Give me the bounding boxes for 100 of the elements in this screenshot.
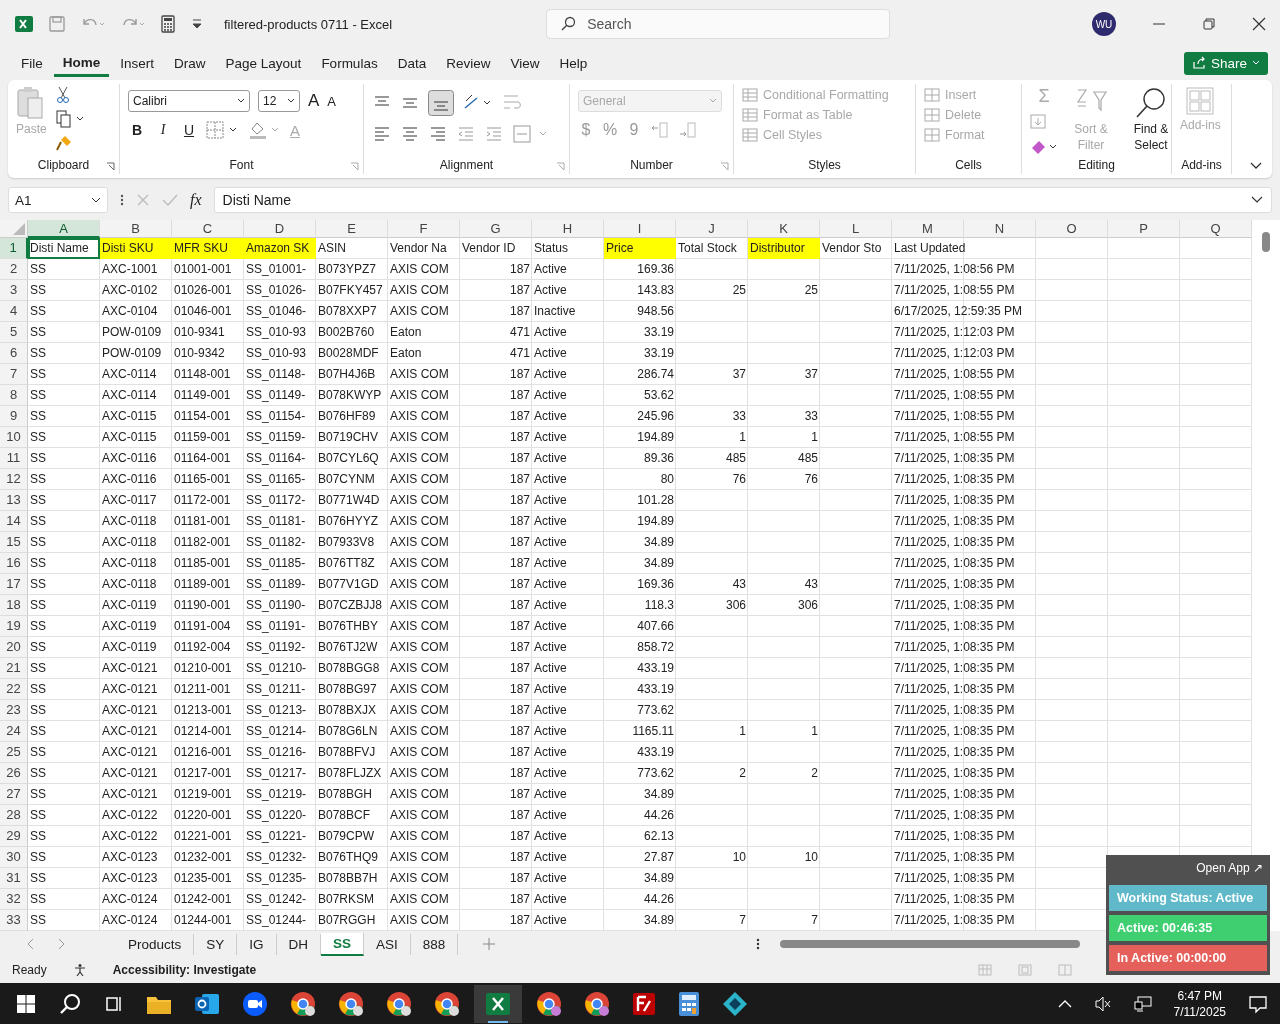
diamond-app-icon[interactable] (722, 990, 748, 1017)
close-icon[interactable] (1252, 17, 1266, 31)
check-icon[interactable] (162, 193, 178, 207)
column-header[interactable]: E (316, 220, 388, 238)
collapse-ribbon-icon[interactable] (1250, 162, 1262, 170)
search-icon[interactable] (58, 991, 82, 1016)
row-header[interactable]: 20 (0, 637, 28, 658)
ribbon-tab[interactable]: Draw (165, 49, 215, 77)
text-style-button[interactable]: B (128, 122, 146, 138)
row-header[interactable]: 33 (0, 910, 28, 931)
speaker-muted-icon[interactable] (1093, 995, 1112, 1012)
align-right-icon[interactable] (428, 124, 448, 144)
row-header[interactable]: 9 (0, 406, 28, 427)
row-header[interactable]: 13 (0, 490, 28, 511)
row-header[interactable]: 21 (0, 658, 28, 679)
column-header[interactable]: C (172, 220, 244, 238)
spreadsheet-app-icon[interactable] (474, 984, 522, 1023)
column-header[interactable]: K (748, 220, 820, 238)
ribbon-tab[interactable]: Insert (111, 49, 164, 77)
column-header[interactable]: M (892, 220, 964, 238)
row-header[interactable]: 23 (0, 700, 28, 721)
notifications-icon[interactable] (1248, 993, 1268, 1014)
formula-field[interactable]: Disti Name (213, 187, 1272, 213)
start-icon[interactable] (16, 993, 36, 1014)
insert-function-button[interactable]: fx (190, 191, 202, 209)
align-bottom-icon[interactable] (428, 90, 454, 116)
search-field[interactable]: Search (546, 9, 891, 39)
ribbon-tab[interactable]: Review (437, 49, 500, 77)
sheet-tab[interactable]: 888 (410, 933, 459, 955)
column-header[interactable]: O (1036, 220, 1108, 238)
font-size-field[interactable]: 12 (258, 90, 300, 112)
clock-date[interactable]: 7/11/2025 (1173, 1004, 1226, 1019)
dialog-launcher-icon[interactable] (106, 162, 115, 171)
column-header[interactable]: N (964, 220, 1036, 238)
column-header[interactable]: J (676, 220, 748, 238)
browser-icon[interactable] (536, 990, 562, 1017)
column-header[interactable]: L (820, 220, 892, 238)
customize-toolbar-icon[interactable] (190, 17, 204, 31)
column-header[interactable]: B (100, 220, 172, 238)
row-header[interactable]: 32 (0, 889, 28, 910)
sheet-tab[interactable]: Products (116, 933, 195, 955)
row-header[interactable]: 30 (0, 847, 28, 868)
row-header[interactable]: 24 (0, 721, 28, 742)
row-header[interactable]: 2 (0, 259, 28, 280)
align-center-icon[interactable] (400, 124, 420, 144)
row-header[interactable]: 22 (0, 679, 28, 700)
align-left-icon[interactable] (372, 124, 392, 144)
column-header[interactable]: F (388, 220, 460, 238)
format-painter-icon[interactable] (54, 134, 73, 152)
column-header[interactable]: G (460, 220, 532, 238)
browser-icon[interactable] (338, 990, 364, 1017)
row-header[interactable]: 29 (0, 826, 28, 847)
clock-time[interactable]: 6:47 PM (1177, 988, 1223, 1003)
row-header[interactable]: 11 (0, 448, 28, 469)
calculator-icon[interactable] (160, 15, 176, 33)
increase-font-size-button[interactable]: A (308, 91, 320, 111)
editing-button[interactable]: Find & Select (1124, 84, 1178, 154)
user-avatar[interactable]: WU (1092, 12, 1116, 36)
row-header[interactable]: 15 (0, 532, 28, 553)
sheet-tab[interactable]: SY (194, 933, 238, 955)
row-header[interactable]: 6 (0, 343, 28, 364)
calculator-icon[interactable] (678, 990, 700, 1017)
column-header[interactable]: P (1108, 220, 1180, 238)
ribbon-tab[interactable]: File (12, 49, 52, 77)
ftp-client-icon[interactable] (632, 991, 656, 1016)
decrease-font-size-button[interactable]: A (327, 93, 336, 109)
row-header[interactable]: 16 (0, 553, 28, 574)
browser-icon[interactable] (434, 990, 460, 1017)
open-app-button[interactable]: Open App ↗ (1192, 859, 1267, 881)
more-options-icon[interactable] (120, 193, 124, 207)
ribbon-tab[interactable]: Home (53, 49, 110, 77)
text-style-button[interactable]: U (180, 122, 198, 138)
sheet-tab[interactable]: SS (321, 932, 365, 956)
accessibility-icon[interactable] (72, 963, 87, 977)
row-header[interactable]: 12 (0, 469, 28, 490)
sheet-tab[interactable]: IG (237, 933, 277, 955)
row-header[interactable]: 3 (0, 280, 28, 301)
row-header[interactable]: 19 (0, 616, 28, 637)
font-name-field[interactable]: Calibri (128, 90, 250, 112)
network-icon[interactable] (1133, 995, 1152, 1012)
row-header[interactable]: 14 (0, 511, 28, 532)
row-header[interactable]: 5 (0, 322, 28, 343)
row-header[interactable]: 31 (0, 868, 28, 889)
ribbon-tab[interactable]: Formulas (312, 49, 387, 77)
expand-icon[interactable] (1251, 196, 1263, 204)
row-header[interactable]: 17 (0, 574, 28, 595)
share-button[interactable]: Share (1183, 51, 1268, 75)
browser-icon[interactable] (386, 990, 412, 1017)
browser-icon[interactable] (584, 990, 610, 1017)
column-header[interactable]: H (532, 220, 604, 238)
scissors-icon[interactable] (54, 86, 71, 104)
ribbon-tab[interactable]: Data (388, 49, 436, 77)
name-box[interactable]: A1 (8, 187, 108, 213)
column-header[interactable]: D (244, 220, 316, 238)
chevron-up-icon[interactable] (1057, 998, 1072, 1009)
mail-app-icon[interactable] (194, 991, 220, 1016)
row-header[interactable]: 4 (0, 301, 28, 322)
row-header[interactable]: 25 (0, 742, 28, 763)
row-header[interactable]: 27 (0, 784, 28, 805)
restore-icon[interactable] (1202, 17, 1216, 31)
